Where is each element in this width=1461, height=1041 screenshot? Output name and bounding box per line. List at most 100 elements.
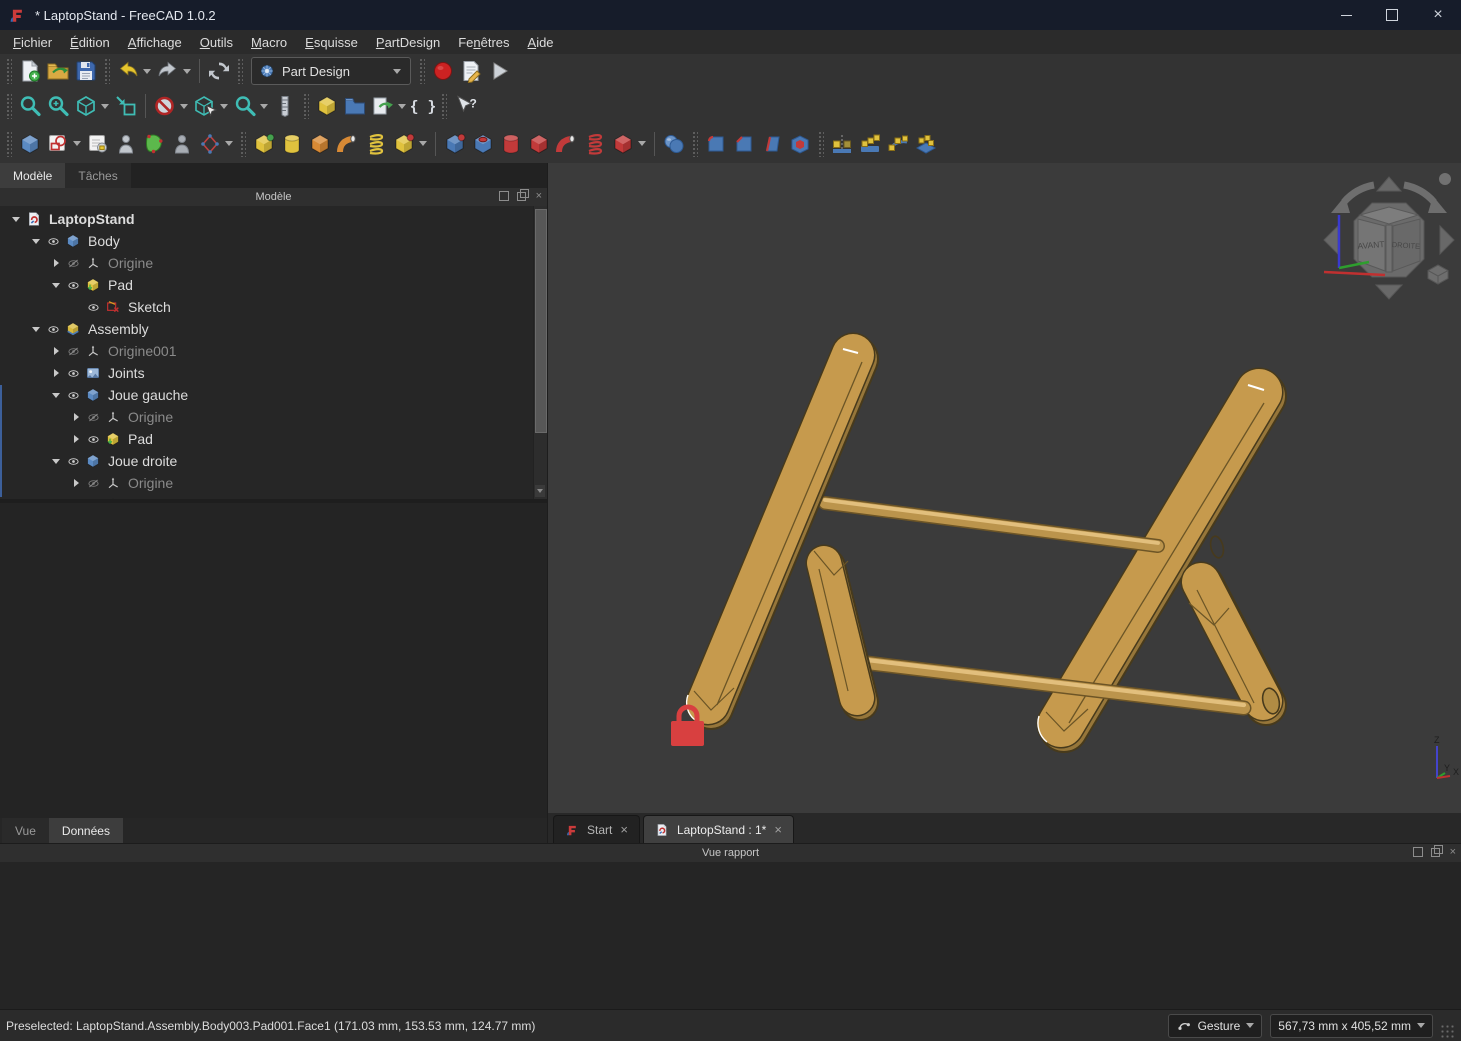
eye-icon[interactable] (84, 497, 103, 499)
tab-vue[interactable]: Vue (2, 818, 49, 843)
tree-item-origine[interactable]: Origine (0, 252, 534, 274)
mdi-tab-laptopstand-1-[interactable]: LaptopStand : 1*× (643, 815, 794, 843)
expander-closed-icon[interactable] (68, 409, 84, 425)
tree-item-joue-gauche[interactable]: Joue gauche (0, 384, 534, 406)
eye-icon[interactable] (64, 277, 83, 293)
expander-open-icon[interactable] (48, 387, 64, 403)
revolution-button[interactable] (278, 130, 306, 158)
rotate-right-arrow[interactable] (1404, 185, 1434, 202)
laptop-stand-model[interactable] (671, 349, 1282, 746)
chevron-down-icon[interactable] (225, 141, 233, 146)
workbench-selector[interactable]: Part Design (251, 57, 411, 85)
macro-edit-button[interactable] (457, 57, 485, 85)
menu-edition[interactable]: Édition (61, 32, 119, 53)
view-dimensions-select[interactable]: 567,73 mm x 405,52 mm (1270, 1014, 1433, 1038)
scrollbar-thumb[interactable] (535, 209, 547, 433)
tree-item-pad[interactable]: Pad (0, 494, 534, 499)
toolbar-drag-handle[interactable] (104, 58, 110, 84)
eye-hidden-icon[interactable] (64, 343, 83, 359)
map-sketch-button[interactable] (112, 130, 140, 158)
close-panel-icon[interactable]: × (1450, 848, 1456, 856)
open-document-button[interactable] (44, 57, 72, 85)
toolbar-drag-handle[interactable] (6, 131, 12, 157)
tree-item-label[interactable]: Joints (108, 365, 145, 381)
chevron-down-icon[interactable] (180, 104, 188, 109)
tree-item-label[interactable]: Pad (108, 277, 133, 293)
expander-open-icon[interactable] (48, 453, 64, 469)
expander-open-icon[interactable] (28, 321, 44, 337)
toolbar-drag-handle[interactable] (818, 131, 824, 157)
subtractive-helix-button[interactable] (581, 130, 609, 158)
toolbar-drag-handle[interactable] (6, 93, 12, 119)
fillet-button[interactable] (702, 130, 730, 158)
tree-item-origine[interactable]: Origine (0, 472, 534, 494)
navigation-cube[interactable]: AVANT DROITE (1324, 173, 1454, 299)
toolbar-drag-handle[interactable] (303, 93, 309, 119)
navcube-menu-dot[interactable] (1439, 173, 1451, 185)
tree-item-label[interactable]: Origine (108, 255, 153, 271)
create-group-button[interactable] (341, 92, 369, 120)
navigation-style-select[interactable]: Gesture (1168, 1014, 1263, 1038)
chevron-down-icon[interactable] (419, 141, 427, 146)
shapebinder-button[interactable] (168, 130, 196, 158)
additive-loft-button[interactable] (306, 130, 334, 158)
tree-item-label[interactable]: Joue gauche (108, 387, 188, 403)
tree-item-label[interactable]: Sketch (128, 299, 171, 315)
tree-item-assembly[interactable]: Assembly (0, 318, 534, 340)
create-sketch-button[interactable] (44, 130, 72, 158)
float-icon[interactable] (517, 192, 526, 201)
eye-icon[interactable] (44, 321, 63, 337)
menu-macro[interactable]: Macro (242, 32, 296, 53)
eye-icon[interactable] (64, 453, 83, 469)
tree-item-pad[interactable]: Pad (0, 428, 534, 450)
eye-hidden-icon[interactable] (84, 409, 103, 425)
element-selection-button[interactable] (191, 92, 219, 120)
eye-hidden-icon[interactable] (64, 255, 83, 271)
toolbar-drag-handle[interactable] (237, 58, 243, 84)
tree-scrollbar[interactable] (533, 206, 547, 499)
toolbar-drag-handle[interactable] (692, 131, 698, 157)
resize-grip[interactable] (1441, 1025, 1455, 1039)
tree-item-body[interactable]: Body (0, 230, 534, 252)
multitransform-button[interactable] (912, 130, 940, 158)
menu-esquisse[interactable]: Esquisse (296, 32, 367, 53)
save-document-button[interactable] (72, 57, 100, 85)
additive-helix-button[interactable] (362, 130, 390, 158)
eye-icon[interactable] (44, 233, 63, 249)
tree-item-pad[interactable]: Pad (0, 274, 534, 296)
redo-button[interactable] (154, 57, 182, 85)
mirrored-button[interactable] (828, 130, 856, 158)
additive-pipe-button[interactable] (334, 130, 362, 158)
create-datum-button[interactable] (196, 130, 224, 158)
chevron-down-icon[interactable] (183, 69, 191, 74)
make-link-button[interactable] (369, 92, 397, 120)
dock-icon[interactable] (499, 191, 509, 201)
expander-closed-icon[interactable] (68, 497, 84, 499)
expander-closed-icon[interactable] (68, 431, 84, 447)
close-panel-icon[interactable]: × (536, 192, 542, 200)
expander-closed-icon[interactable] (48, 255, 64, 271)
menu-partdesign[interactable]: PartDesign (367, 32, 449, 53)
tree-item-sketch[interactable]: Sketch (0, 296, 534, 318)
undo-button[interactable] (114, 57, 142, 85)
tree-item-label[interactable]: Origine (128, 409, 173, 425)
chamfer-button[interactable] (730, 130, 758, 158)
chevron-down-icon[interactable] (220, 104, 228, 109)
expander-closed-icon[interactable] (48, 343, 64, 359)
pad-button[interactable] (250, 130, 278, 158)
tree-item-label[interactable]: Pad (128, 431, 153, 447)
eye-hidden-icon[interactable] (84, 475, 103, 491)
groove-button[interactable] (497, 130, 525, 158)
eye-icon[interactable] (84, 299, 103, 315)
thickness-button[interactable] (786, 130, 814, 158)
draft-button[interactable] (758, 130, 786, 158)
expander-open-icon[interactable] (48, 277, 64, 293)
additive-primitive-button[interactable] (390, 130, 418, 158)
tree-item-joue-droite[interactable]: Joue droite (0, 450, 534, 472)
scrollbar-down-arrow[interactable] (535, 485, 545, 497)
mdi-tab-start[interactable]: Start× (553, 815, 640, 843)
tree-item-origine001[interactable]: Origine001 (0, 340, 534, 362)
create-body-button[interactable] (16, 130, 44, 158)
polar-pattern-button[interactable] (884, 130, 912, 158)
subtractive-primitive-button[interactable] (609, 130, 637, 158)
